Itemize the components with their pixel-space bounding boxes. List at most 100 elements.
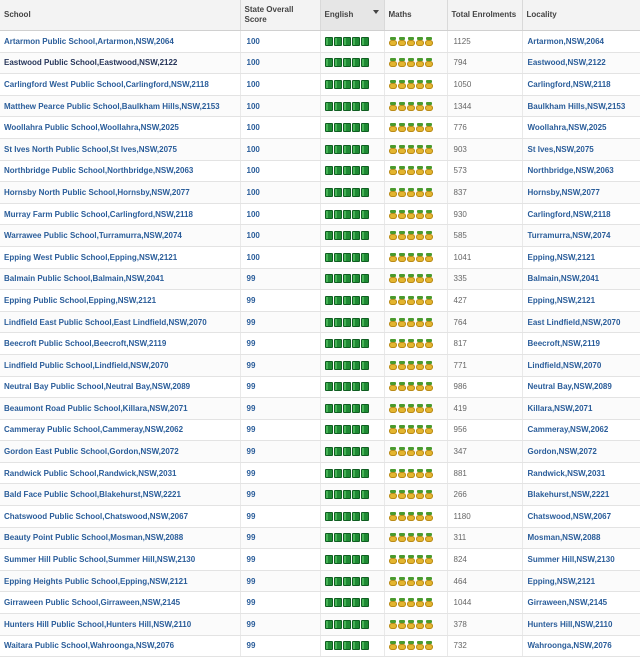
school-link[interactable]: Neutral Bay Public School,Neutral Bay,NS… bbox=[4, 382, 190, 391]
book-icon bbox=[342, 598, 351, 608]
locality-cell[interactable]: Hunters Hill,NSW,2110 bbox=[522, 613, 640, 636]
locality-cell[interactable]: Killara,NSW,2071 bbox=[522, 397, 640, 420]
school-link[interactable]: Chatswood Public School,Chatswood,NSW,20… bbox=[4, 512, 188, 521]
maths-rating bbox=[388, 252, 443, 262]
school-link[interactable]: Beaumont Road Public School,Killara,NSW,… bbox=[4, 404, 188, 413]
pineapple-icon bbox=[406, 511, 415, 521]
column-header-locality[interactable]: Locality bbox=[522, 0, 640, 31]
locality-cell[interactable]: Wahroonga,NSW,2076 bbox=[522, 635, 640, 657]
school-link[interactable]: Hornsby North Public School,Hornsby,NSW,… bbox=[4, 188, 190, 197]
locality-cell[interactable]: Cammeray,NSW,2062 bbox=[522, 419, 640, 442]
enrolments-cell: 311 bbox=[447, 527, 523, 550]
pineapple-icon bbox=[415, 36, 424, 46]
table-row: Gordon East Public School,Gordon,NSW,207… bbox=[0, 440, 640, 463]
school-cell: Randwick Public School,Randwick,NSW,2031 bbox=[0, 462, 241, 485]
school-link[interactable]: Waitara Public School,Wahroonga,NSW,2076 bbox=[4, 641, 174, 650]
school-link[interactable]: Cammeray Public School,Cammeray,NSW,2062 bbox=[4, 425, 183, 434]
pineapple-icon bbox=[388, 101, 397, 111]
maths-rating bbox=[388, 468, 443, 478]
column-header-enrolments[interactable]: Total Enrolments bbox=[447, 0, 523, 31]
school-link[interactable]: Balmain Public School,Balmain,NSW,2041 bbox=[4, 274, 164, 283]
score-cell: 99 bbox=[240, 332, 321, 355]
book-icon bbox=[342, 144, 351, 154]
school-link[interactable]: Matthew Pearce Public School,Baulkham Hi… bbox=[4, 102, 220, 111]
school-link[interactable]: Bald Face Public School,Blakehurst,NSW,2… bbox=[4, 490, 181, 499]
locality-cell[interactable]: Girraween,NSW,2145 bbox=[522, 591, 640, 615]
book-icon bbox=[351, 468, 360, 478]
locality-cell[interactable]: Neutral Bay,NSW,2089 bbox=[522, 376, 640, 399]
school-cell: Matthew Pearce Public School,Baulkham Hi… bbox=[0, 95, 241, 118]
school-link[interactable]: St Ives North Public School,St Ives,NSW,… bbox=[4, 145, 177, 154]
school-link[interactable]: Epping Public School,Epping,NSW,2121 bbox=[4, 296, 156, 305]
column-header-maths[interactable]: Maths bbox=[384, 0, 448, 31]
english-rating-cell bbox=[320, 462, 385, 485]
school-link[interactable]: Lindfield Public School,Lindfield,NSW,20… bbox=[4, 361, 168, 370]
locality-cell[interactable]: Mosman,NSW,2088 bbox=[522, 527, 640, 550]
locality-cell[interactable]: Carlingford,NSW,2118 bbox=[522, 73, 640, 96]
locality-cell[interactable]: St Ives,NSW,2075 bbox=[522, 138, 640, 161]
locality-cell[interactable]: Gordon,NSW,2072 bbox=[522, 440, 640, 463]
locality-cell[interactable]: Epping,NSW,2121 bbox=[522, 570, 640, 593]
locality-cell[interactable]: Epping,NSW,2121 bbox=[522, 246, 640, 269]
locality-cell[interactable]: Turramurra,NSW,2074 bbox=[522, 224, 640, 247]
school-link[interactable]: Epping West Public School,Epping,NSW,212… bbox=[4, 253, 177, 262]
locality-cell[interactable]: Woollahra,NSW,2025 bbox=[522, 116, 640, 139]
school-link[interactable]: Summer Hill Public School,Summer Hill,NS… bbox=[4, 555, 195, 564]
school-link[interactable]: Northbridge Public School,Northbridge,NS… bbox=[4, 166, 193, 175]
book-icon bbox=[351, 79, 360, 89]
pineapple-icon bbox=[406, 576, 415, 586]
locality-cell[interactable]: Beecroft,NSW,2119 bbox=[522, 332, 640, 355]
locality-cell[interactable]: Artarmon,NSW,2064 bbox=[522, 30, 640, 53]
school-link[interactable]: Artarmon Public School,Artarmon,NSW,2064 bbox=[4, 37, 174, 46]
school-link[interactable]: Beecroft Public School,Beecroft,NSW,2119 bbox=[4, 339, 166, 348]
school-link[interactable]: Hunters Hill Public School,Hunters Hill,… bbox=[4, 620, 191, 629]
school-link[interactable]: Girraween Public School,Girraween,NSW,21… bbox=[4, 598, 180, 607]
locality-cell[interactable]: Lindfield,NSW,2070 bbox=[522, 354, 640, 377]
pineapple-icon bbox=[415, 598, 424, 608]
school-link[interactable]: Carlingford West Public School,Carlingfo… bbox=[4, 80, 209, 89]
book-icon bbox=[351, 641, 360, 651]
score-cell: 100 bbox=[240, 95, 321, 118]
locality-cell[interactable]: Blakehurst,NSW,2221 bbox=[522, 483, 640, 507]
school-link[interactable]: Warrawee Public School,Turramurra,NSW,20… bbox=[4, 231, 182, 240]
school-link[interactable]: Beauty Point Public School,Mosman,NSW,20… bbox=[4, 533, 183, 542]
locality-cell[interactable]: Carlingford,NSW,2118 bbox=[522, 203, 640, 226]
column-header-english[interactable]: English bbox=[320, 0, 385, 31]
column-header-school[interactable]: School bbox=[0, 0, 241, 31]
locality-cell[interactable]: Eastwood,NSW,2122 bbox=[522, 52, 640, 75]
book-icon bbox=[342, 231, 351, 241]
school-link[interactable]: Epping Heights Public School,Epping,NSW,… bbox=[4, 577, 188, 586]
book-icon bbox=[360, 166, 369, 176]
pineapple-icon bbox=[388, 403, 397, 413]
locality-cell[interactable]: Summer Hill,NSW,2130 bbox=[522, 548, 640, 571]
english-rating-cell bbox=[320, 311, 385, 334]
locality-cell[interactable]: Randwick,NSW,2031 bbox=[522, 462, 640, 485]
school-link[interactable]: Gordon East Public School,Gordon,NSW,207… bbox=[4, 447, 179, 456]
pineapple-icon bbox=[388, 187, 397, 197]
school-cell: Gordon East Public School,Gordon,NSW,207… bbox=[0, 440, 241, 463]
english-rating-cell bbox=[320, 397, 385, 420]
pineapple-icon bbox=[406, 36, 415, 46]
book-icon bbox=[342, 576, 351, 586]
school-link[interactable]: Murray Farm Public School,Carlingford,NS… bbox=[4, 210, 193, 219]
locality-cell[interactable]: East Lindfield,NSW,2070 bbox=[522, 311, 640, 334]
pineapple-icon bbox=[415, 533, 424, 543]
school-link[interactable]: Eastwood Public School,Eastwood,NSW,2122 bbox=[4, 58, 177, 67]
locality-cell[interactable]: Baulkham Hills,NSW,2153 bbox=[522, 95, 640, 118]
book-icon bbox=[360, 360, 369, 370]
school-link[interactable]: Randwick Public School,Randwick,NSW,2031 bbox=[4, 469, 177, 478]
school-link[interactable]: Lindfield East Public School,East Lindfi… bbox=[4, 318, 207, 327]
book-icon bbox=[351, 598, 360, 608]
locality-cell[interactable]: Balmain,NSW,2041 bbox=[522, 268, 640, 291]
book-icon bbox=[342, 641, 351, 651]
book-icon bbox=[324, 533, 333, 543]
locality-cell[interactable]: Northbridge,NSW,2063 bbox=[522, 160, 640, 183]
enrolments-cell: 930 bbox=[447, 203, 523, 226]
column-header-score[interactable]: State Overall Score bbox=[240, 0, 321, 31]
locality-cell[interactable]: Epping,NSW,2121 bbox=[522, 289, 640, 312]
locality-cell[interactable]: Chatswood,NSW,2067 bbox=[522, 505, 640, 528]
maths-rating bbox=[388, 317, 443, 327]
school-link[interactable]: Woollahra Public School,Woollahra,NSW,20… bbox=[4, 123, 179, 132]
book-icon bbox=[351, 533, 360, 543]
locality-cell[interactable]: Hornsby,NSW,2077 bbox=[522, 181, 640, 204]
